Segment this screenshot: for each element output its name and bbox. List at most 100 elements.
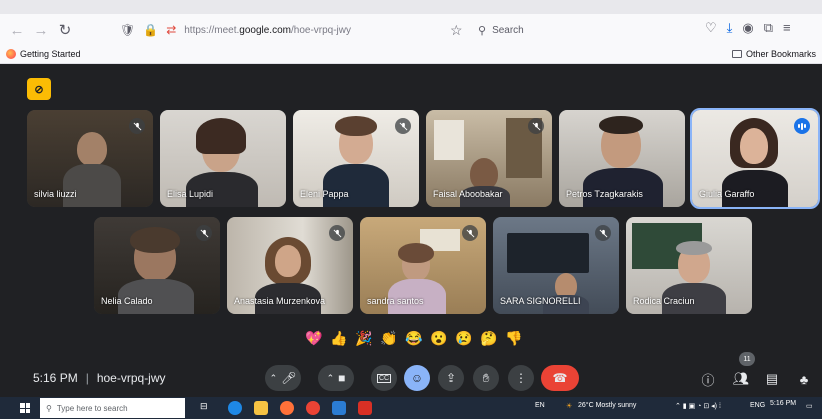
url-text[interactable]: https://meet.google.com/hoe-vrpq-jwy [184,25,351,36]
weather-text[interactable]: 26°C Mostly sunny [578,402,636,409]
chevron-up-icon: ⌃ [269,372,278,383]
meeting-time: 5:16 PM [33,371,78,385]
lock-icon[interactable]: 🔒 [143,23,158,37]
participant-name: Eleni Pappa [300,189,349,199]
mic-off-icon [196,225,212,241]
chrome-icon[interactable] [306,401,320,415]
reaction-party-icon[interactable]: 🎉 [354,328,374,348]
reaction-heart-icon[interactable]: 💖 [304,328,324,348]
bookmark-getting-started[interactable]: Getting Started [6,49,81,59]
firefox-taskbar-icon[interactable] [280,401,294,415]
keyboard-layout[interactable]: ENG [750,402,765,409]
reaction-bar: 💖 👍 🎉 👏 😂 😮 😢 🤔 👎 [304,328,524,348]
search-placeholder: Search [492,24,524,36]
participant-tile[interactable]: Anastasia Murzenkova [227,217,353,314]
task-view-icon[interactable]: ⊟ [200,401,214,415]
participant-tile[interactable]: Elisa Lupidi [160,110,286,207]
participant-name: Anastasia Murzenkova [234,296,326,306]
leave-call-button[interactable]: ☎︎ [541,365,579,391]
no-video-icon[interactable]: ⊘ [27,78,51,100]
chevron-up-icon: ⌃ [326,372,335,383]
mic-off-icon [395,118,411,134]
windows-taskbar: ⚲ Type here to search ⊟ EN ☀ 26°C Mostly… [0,397,822,419]
more-options-button[interactable]: ⋮ [508,365,534,391]
people-icon[interactable]: 👥︎ [731,369,751,389]
info-icon[interactable]: ⓘ [698,369,718,389]
browser-tab-strip [0,0,822,14]
meeting-controls: 5:16 PM | hoe-vrpq-jwy ⌃ 🎤︎ ⌃ ■ CC ☺ ⇪ ✋︎ … [0,361,822,397]
reaction-thumbs-down-icon[interactable]: 👎 [504,328,524,348]
permissions-icon[interactable]: ⇄ [166,23,176,37]
more-vert-icon: ⋮ [515,371,527,385]
reaction-sad-icon[interactable]: 😢 [454,328,474,348]
bookmark-star-icon[interactable]: ☆ [450,22,463,39]
search-box[interactable]: ⚲ Search [470,20,700,40]
menu-icon[interactable]: ≡ [783,20,791,36]
chat-icon[interactable]: ▤ [762,369,782,389]
back-icon[interactable]: ← [6,19,28,41]
camera-button[interactable]: ⌃ ■ [318,365,354,391]
word-icon[interactable] [332,401,346,415]
captions-button[interactable]: CC [371,365,397,391]
participant-tile[interactable]: Eleni Pappa [293,110,419,207]
mic-off-icon [462,225,478,241]
hand-icon: ✋︎ [482,370,490,385]
raise-hand-button[interactable]: ✋︎ [473,365,499,391]
reaction-thinking-icon[interactable]: 🤔 [479,328,499,348]
edge-icon[interactable] [228,401,242,415]
pdf-icon[interactable] [358,401,372,415]
participant-name: Nelia Calado [101,296,153,306]
taskbar-search[interactable]: ⚲ Type here to search [40,398,185,418]
meeting-details: 5:16 PM | hoe-vrpq-jwy [33,371,166,385]
participant-tile[interactable]: Nelia Calado [94,217,220,314]
activities-icon[interactable]: ♣ [794,369,814,389]
firefox-icon [6,49,16,59]
participant-tile[interactable]: sandra santos [360,217,486,314]
meeting-code: hoe-vrpq-jwy [96,371,166,385]
reaction-surprised-icon[interactable]: 😮 [429,328,449,348]
emoji-button[interactable]: ☺ [404,365,430,391]
folder-icon [731,50,742,58]
account-icon[interactable]: ◉ [742,20,753,36]
forward-icon[interactable]: → [30,19,52,41]
tray-icons[interactable]: ⌃ ▮ ▣ ◔ ⊡ ◂) ⁞ [675,402,721,410]
mic-icon: 🎤︎ [281,371,297,385]
captions-icon: CC [376,373,392,383]
notification-icon[interactable]: ▭ [806,402,813,410]
participant-name: Rodica Craciun [633,296,695,306]
participant-tile[interactable]: Faisal Aboobakar [426,110,552,207]
windows-start-icon[interactable] [20,403,30,413]
reload-icon[interactable]: ↻ [54,19,76,41]
mic-off-icon [129,118,145,134]
participant-tile[interactable]: silvia liuzzi [27,110,153,207]
reaction-laugh-icon[interactable]: 😂 [404,328,424,348]
mic-off-icon [595,225,611,241]
browser-toolbar: ← → ↻ 🛡 🔒 ⇄ https://meet.google.com/hoe-… [0,14,822,46]
present-icon: ⇪ [445,371,457,385]
file-explorer-icon[interactable] [254,401,268,415]
participant-name: sandra santos [367,296,424,306]
hang-up-icon: ☎︎ [552,371,568,385]
participant-count-badge: 11 [739,352,755,366]
participant-tile[interactable]: Petros Tzagkarakis [559,110,685,207]
participant-tile[interactable]: Rodica Craciun [626,217,752,314]
present-button[interactable]: ⇪ [438,365,464,391]
download-icon[interactable]: ⤓ [727,20,733,36]
search-icon: ⚲ [478,24,487,37]
extensions-icon[interactable]: ⧉ [764,20,773,36]
reaction-clap-icon[interactable]: 👏 [379,328,399,348]
pocket-icon[interactable]: ♡ [705,20,717,36]
shield-icon[interactable]: 🛡 [120,23,135,37]
bookmark-other[interactable]: Other Bookmarks [731,49,816,59]
language-indicator[interactable]: EN [535,402,545,409]
mic-button[interactable]: ⌃ 🎤︎ [265,365,301,391]
participant-name: Petros Tzagkarakis [566,189,643,199]
reaction-thumbs-up-icon[interactable]: 👍 [329,328,349,348]
url-bar[interactable]: 🛡 🔒 ⇄ https://meet.google.com/hoe-vrpq-j… [120,17,475,43]
taskbar-clock[interactable]: 5:16 PM [770,400,796,407]
mic-off-icon [329,225,345,241]
participant-tile[interactable]: SARA SIGNORELLI [493,217,619,314]
participant-tile-active[interactable]: Giulia Garaffo [690,108,820,209]
weather-icon: ☀ [566,403,573,410]
meet-stage: ⊘ silvia liuzzi Elisa Lupidi Eleni Pappa… [0,64,822,397]
